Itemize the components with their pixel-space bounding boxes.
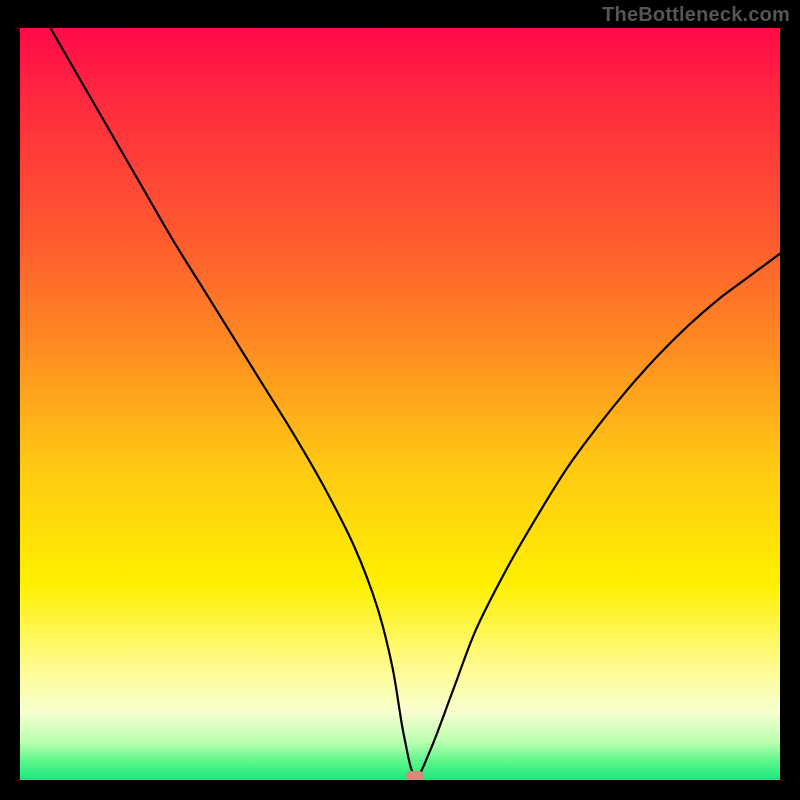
curve-svg	[20, 28, 780, 780]
plot-area	[20, 28, 780, 780]
minimum-marker	[406, 771, 424, 780]
bottleneck-curve	[50, 28, 780, 777]
chart-stage: TheBottleneck.com	[0, 0, 800, 800]
watermark-text: TheBottleneck.com	[602, 4, 790, 27]
